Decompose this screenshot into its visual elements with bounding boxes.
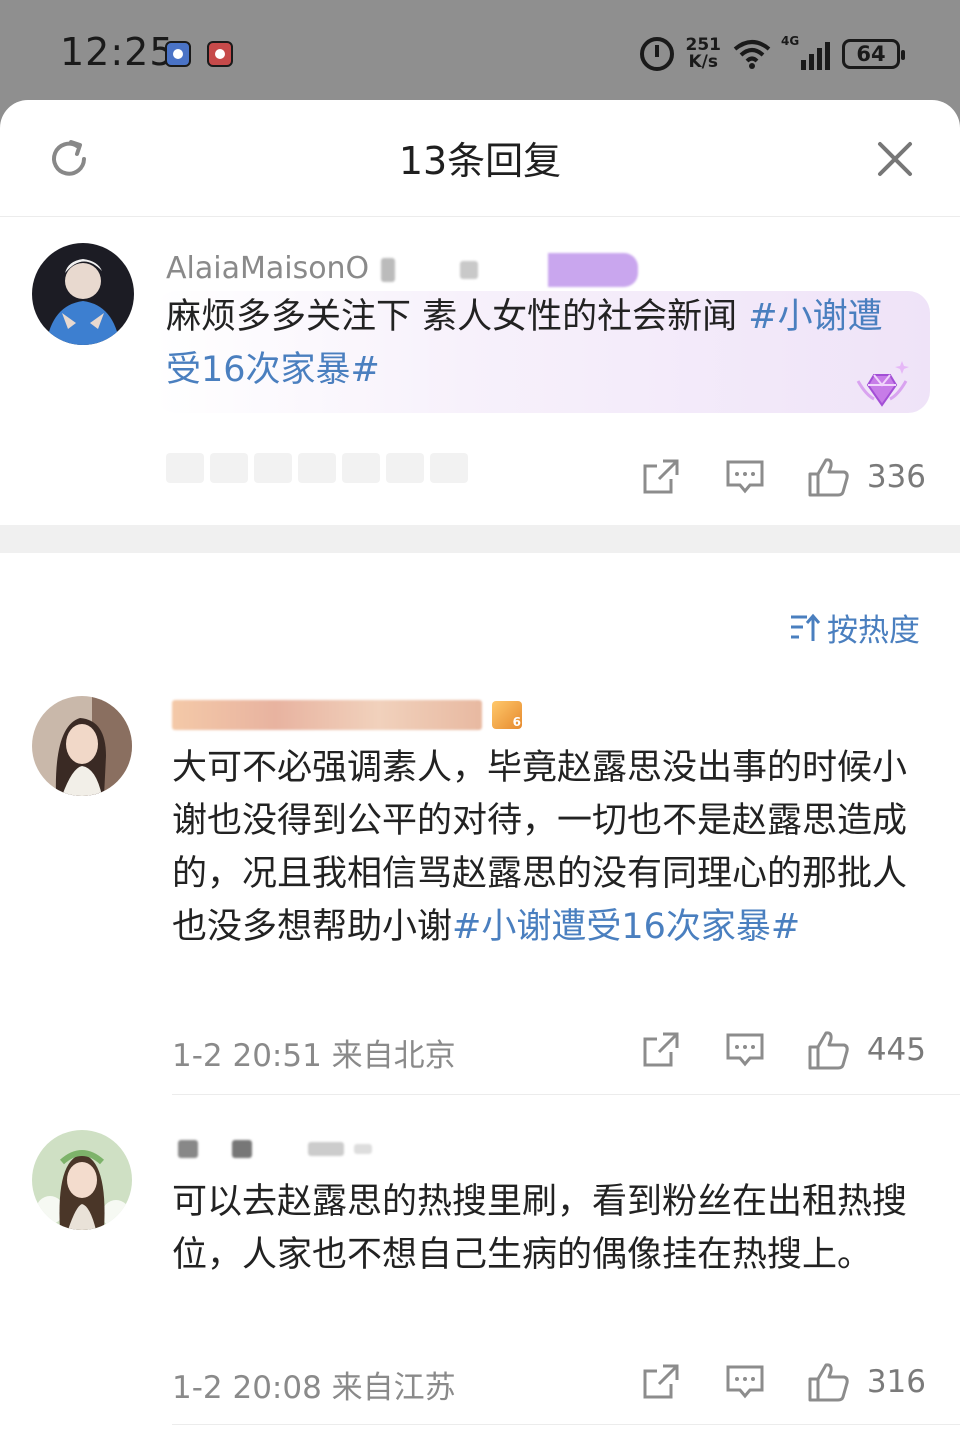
masked-text bbox=[308, 1142, 344, 1156]
comment-meta: 1-2 20:51 来自北京 bbox=[172, 1038, 456, 1074]
share-icon bbox=[643, 459, 679, 494]
comment-text-plain: 可以去赵露思的热搜里刷，看到粉丝在出租热搜位，人家也不想自己生病的偶像挂在热搜上… bbox=[172, 1182, 908, 1275]
comment-text: 麻烦多多关注下 素人女性的社会新闻 #小谢遭受16次家暴# bbox=[166, 291, 906, 397]
comment-text-plain: 麻烦多多关注下 素人女性的社会新闻 bbox=[166, 297, 749, 337]
battery-icon: 64 bbox=[842, 39, 905, 69]
cell-signal-icon: 4G bbox=[781, 34, 830, 70]
status-indicators: 251 K/s 4G 64 bbox=[639, 30, 905, 78]
comment-actions: 336 bbox=[641, 457, 926, 497]
alarm-icon bbox=[639, 37, 674, 71]
masked-meta bbox=[166, 453, 474, 493]
comment-meta: 1-2 20:08 来自江苏 bbox=[172, 1370, 456, 1406]
masked-text bbox=[232, 1140, 252, 1158]
masked-text bbox=[178, 1140, 198, 1158]
masked-text bbox=[354, 1144, 372, 1154]
thumbs-up-icon bbox=[808, 458, 849, 497]
root-comment: AlaiaMaisonO 麻烦多多关注下 素人女性的社会新闻 #小谢遭受16次家… bbox=[0, 217, 960, 525]
avatar[interactable] bbox=[32, 243, 134, 345]
comment-actions: 316 bbox=[641, 1362, 926, 1402]
status-time: 12:25 bbox=[60, 30, 175, 74]
close-icon[interactable] bbox=[876, 140, 914, 178]
hashtag-link[interactable]: #小谢遭受16次家暴# bbox=[452, 907, 800, 947]
masked-text bbox=[172, 700, 482, 730]
reply-item: 可以去赵露思的热搜里刷，看到粉丝在出租热搜位，人家也不想自己生病的偶像挂在热搜上… bbox=[0, 1130, 960, 1430]
like-button[interactable]: 336 bbox=[807, 456, 926, 498]
vip-badge-icon bbox=[492, 701, 522, 729]
avatar[interactable] bbox=[32, 1130, 132, 1230]
comment-icon bbox=[726, 460, 764, 494]
masked-text bbox=[460, 260, 479, 279]
thumbs-up-icon bbox=[808, 1363, 849, 1402]
network-speed-unit: K/s bbox=[688, 52, 718, 72]
replies-sheet: 13条回复 AlaiaMaisonO 麻烦多多关注下 素人女性的社会新闻 #小谢… bbox=[0, 100, 960, 1435]
signal-type-label: 4G bbox=[781, 34, 800, 48]
reply-button[interactable] bbox=[725, 1032, 765, 1068]
like-count: 336 bbox=[866, 459, 926, 495]
status-bar: 12:25 251 K/s 4G 64 bbox=[0, 0, 960, 100]
sheet-header: 13条回复 bbox=[0, 100, 960, 217]
share-button[interactable] bbox=[641, 1364, 681, 1400]
reply-button[interactable] bbox=[725, 459, 765, 495]
sheet-title: 13条回复 bbox=[398, 139, 562, 183]
row-divider bbox=[172, 1094, 960, 1095]
share-button[interactable] bbox=[641, 1032, 681, 1068]
username-text: AlaiaMaisonO bbox=[166, 251, 370, 286]
share-icon bbox=[643, 1364, 679, 1399]
comment-icon bbox=[726, 1033, 764, 1067]
thumbs-up-icon bbox=[808, 1031, 849, 1070]
comment-icon bbox=[726, 1365, 764, 1399]
like-count: 445 bbox=[866, 1032, 926, 1068]
comment-text: 可以去赵露思的热搜里刷，看到粉丝在出租热搜位，人家也不想自己生病的偶像挂在热搜上… bbox=[172, 1176, 922, 1282]
reply-item: 大可不必强调素人，毕竟赵露思没出事的时候小谢也没得到公平的对待，一切也不是赵露思… bbox=[0, 696, 960, 1096]
reply-button[interactable] bbox=[725, 1364, 765, 1400]
share-button[interactable] bbox=[641, 459, 681, 495]
sort-label: 按热度 bbox=[827, 613, 920, 649]
share-icon bbox=[643, 1032, 679, 1067]
like-button[interactable]: 316 bbox=[807, 1361, 926, 1403]
notification-app-icon bbox=[165, 41, 191, 67]
sort-icon bbox=[791, 613, 821, 641]
row-divider bbox=[172, 1424, 960, 1425]
masked-username[interactable] bbox=[172, 698, 522, 732]
notification-app-icon bbox=[207, 41, 233, 67]
sort-toggle[interactable]: 按热度 bbox=[789, 605, 920, 650]
masked-username[interactable] bbox=[172, 1132, 372, 1166]
network-speed: 251 K/s bbox=[686, 37, 722, 71]
comment-actions: 445 bbox=[641, 1030, 926, 1070]
masked-text bbox=[380, 257, 395, 282]
like-count: 316 bbox=[866, 1364, 926, 1400]
section-divider bbox=[0, 525, 960, 553]
comment-text: 大可不必强调素人，毕竟赵露思没出事的时候小谢也没得到公平的对待，一切也不是赵露思… bbox=[172, 742, 922, 954]
wifi-icon bbox=[733, 40, 771, 69]
avatar[interactable] bbox=[32, 696, 132, 796]
masked-badge bbox=[547, 252, 638, 287]
like-button[interactable]: 445 bbox=[807, 1029, 926, 1071]
username[interactable]: AlaiaMaisonO bbox=[166, 251, 638, 287]
